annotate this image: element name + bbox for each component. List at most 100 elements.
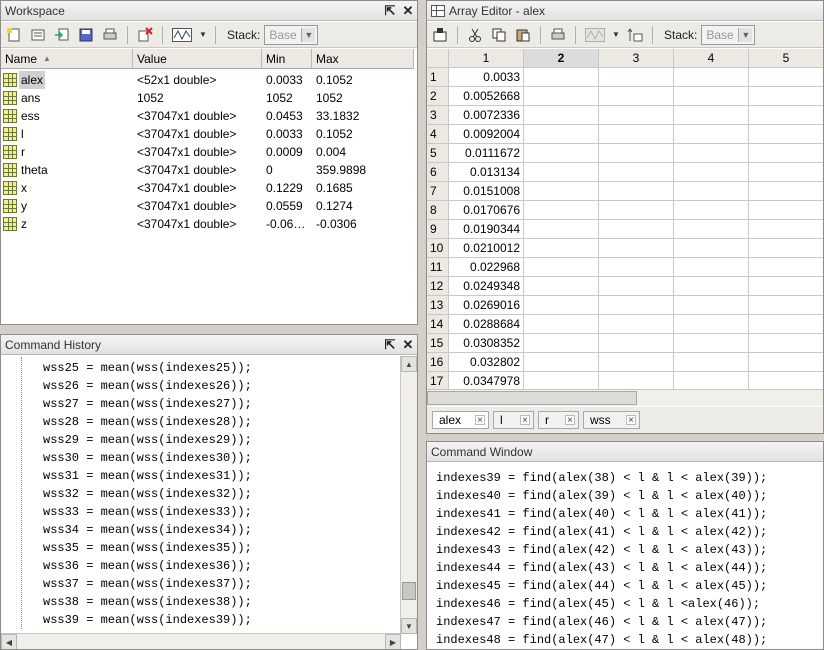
grid-cell[interactable]: 0.0308352 (449, 334, 524, 353)
grid-cell[interactable]: 0.0210012 (449, 239, 524, 258)
grid-cell[interactable]: 0.0072336 (449, 106, 524, 125)
row-header[interactable]: 11 (427, 258, 449, 277)
grid-cell-empty[interactable] (674, 334, 749, 353)
grid-cell-empty[interactable] (599, 68, 674, 87)
table-row[interactable]: y <37047x1 double> 0.0559 0.1274 (1, 197, 414, 215)
grid-cell-empty[interactable] (524, 353, 599, 372)
variable-tab-l[interactable]: l × (493, 411, 534, 429)
grid-cell-empty[interactable] (524, 125, 599, 144)
grid-corner[interactable] (427, 49, 449, 68)
row-header[interactable]: 8 (427, 201, 449, 220)
grid-cell-empty[interactable] (524, 239, 599, 258)
grid-cell-empty[interactable] (674, 87, 749, 106)
grid-cell-empty[interactable] (599, 201, 674, 220)
column-header-min[interactable]: Min (262, 49, 312, 68)
grid-cell-empty[interactable] (599, 296, 674, 315)
scroll-thumb[interactable] (402, 582, 416, 600)
array-horizontal-scrollbar[interactable] (427, 389, 823, 406)
column-header-value[interactable]: Value (133, 49, 262, 68)
import-data-icon[interactable] (52, 25, 72, 45)
grid-cell-empty[interactable] (674, 220, 749, 239)
close-icon[interactable]: ✕ (399, 2, 417, 20)
grid-cell-empty[interactable] (599, 182, 674, 201)
grid-cell[interactable]: 0.0033 (449, 68, 524, 87)
table-row[interactable]: z <37047x1 double> -0.06… -0.0306 (1, 215, 414, 233)
table-row[interactable]: r <37047x1 double> 0.0009 0.004 (1, 143, 414, 161)
grid-cell-empty[interactable] (674, 239, 749, 258)
open-variable-icon[interactable] (28, 25, 48, 45)
row-header[interactable]: 2 (427, 87, 449, 106)
grid-cell-empty[interactable] (524, 182, 599, 201)
variable-tab-wss[interactable]: wss × (583, 411, 640, 429)
grid-cell-empty[interactable] (524, 296, 599, 315)
scroll-down-icon[interactable]: ▼ (401, 618, 417, 634)
grid-cell-empty[interactable] (524, 106, 599, 125)
history-entry[interactable]: wss27 = mean(wss(indexes27)); (43, 395, 252, 413)
grid-cell-empty[interactable] (599, 315, 674, 334)
plot-dropdown-icon[interactable]: ▼ (611, 25, 621, 45)
undock-icon[interactable]: ⇱ (381, 2, 399, 20)
grid-cell-empty[interactable] (599, 163, 674, 182)
grid-cell[interactable]: 0.022968 (449, 258, 524, 277)
grid-cell-empty[interactable] (599, 106, 674, 125)
grid-cell-empty[interactable] (749, 277, 823, 296)
grid-cell[interactable]: 0.0170676 (449, 201, 524, 220)
row-header[interactable]: 5 (427, 144, 449, 163)
history-vertical-scrollbar[interactable]: ▲ ▼ (400, 356, 417, 634)
column-header-name[interactable]: Name ▲ (1, 49, 133, 68)
grid-cell-empty[interactable] (749, 239, 823, 258)
row-header[interactable]: 9 (427, 220, 449, 239)
history-horizontal-scrollbar[interactable]: ◀ ▶ (1, 633, 401, 649)
row-header[interactable]: 1 (427, 68, 449, 87)
grid-cell-empty[interactable] (524, 201, 599, 220)
paste-icon[interactable] (513, 25, 533, 45)
row-header[interactable]: 12 (427, 277, 449, 296)
close-tab-icon[interactable]: × (565, 415, 575, 426)
history-entry[interactable]: wss34 = mean(wss(indexes34)); (43, 521, 252, 539)
grid-cell[interactable]: 0.032802 (449, 353, 524, 372)
row-header[interactable]: 4 (427, 125, 449, 144)
grid-cell-empty[interactable] (674, 163, 749, 182)
grid-cell-empty[interactable] (749, 315, 823, 334)
row-header[interactable]: 13 (427, 296, 449, 315)
grid-cell[interactable]: 0.0052668 (449, 87, 524, 106)
close-tab-icon[interactable]: × (626, 415, 636, 426)
variable-tab-r[interactable]: r × (538, 411, 579, 429)
grid-cell-empty[interactable] (599, 258, 674, 277)
grid-cell-empty[interactable] (674, 182, 749, 201)
grid-cell-empty[interactable] (749, 334, 823, 353)
grid-cell-empty[interactable] (524, 144, 599, 163)
grid-cell-empty[interactable] (674, 144, 749, 163)
grid-cell-empty[interactable] (599, 277, 674, 296)
row-header[interactable]: 6 (427, 163, 449, 182)
history-entry[interactable]: wss30 = mean(wss(indexes30)); (43, 449, 252, 467)
grid-cell-empty[interactable] (599, 87, 674, 106)
grid-cell-empty[interactable] (599, 353, 674, 372)
history-entry[interactable]: wss35 = mean(wss(indexes35)); (43, 539, 252, 557)
grid-cell-empty[interactable] (524, 258, 599, 277)
history-entry[interactable]: wss36 = mean(wss(indexes36)); (43, 557, 252, 575)
plot-selection-icon[interactable] (170, 25, 194, 45)
grid-cell[interactable]: 0.0111672 (449, 144, 524, 163)
grid-cell-empty[interactable] (674, 201, 749, 220)
stack-select[interactable]: Base ▼ (701, 24, 756, 45)
print-icon[interactable] (548, 25, 568, 45)
column-header-max[interactable]: Max (312, 49, 414, 68)
grid-cell-empty[interactable] (524, 334, 599, 353)
row-header[interactable]: 16 (427, 353, 449, 372)
table-row[interactable]: x <37047x1 double> 0.1229 0.1685 (1, 179, 414, 197)
variable-tab-alex[interactable]: alex × (432, 411, 489, 429)
history-entry[interactable]: wss31 = mean(wss(indexes31)); (43, 467, 252, 485)
dock-icon[interactable] (430, 25, 450, 45)
history-entry[interactable]: wss33 = mean(wss(indexes33)); (43, 503, 252, 521)
chevron-down-icon[interactable]: ▼ (738, 27, 753, 42)
cut-icon[interactable] (465, 25, 485, 45)
delete-variable-icon[interactable] (135, 25, 155, 45)
grid-cell-empty[interactable] (749, 125, 823, 144)
grid-cell-empty[interactable] (674, 353, 749, 372)
close-tab-icon[interactable]: × (475, 415, 485, 426)
new-variable-icon[interactable] (4, 25, 24, 45)
grid-cell-empty[interactable] (599, 334, 674, 353)
grid-cell[interactable]: 0.0151008 (449, 182, 524, 201)
copy-icon[interactable] (489, 25, 509, 45)
